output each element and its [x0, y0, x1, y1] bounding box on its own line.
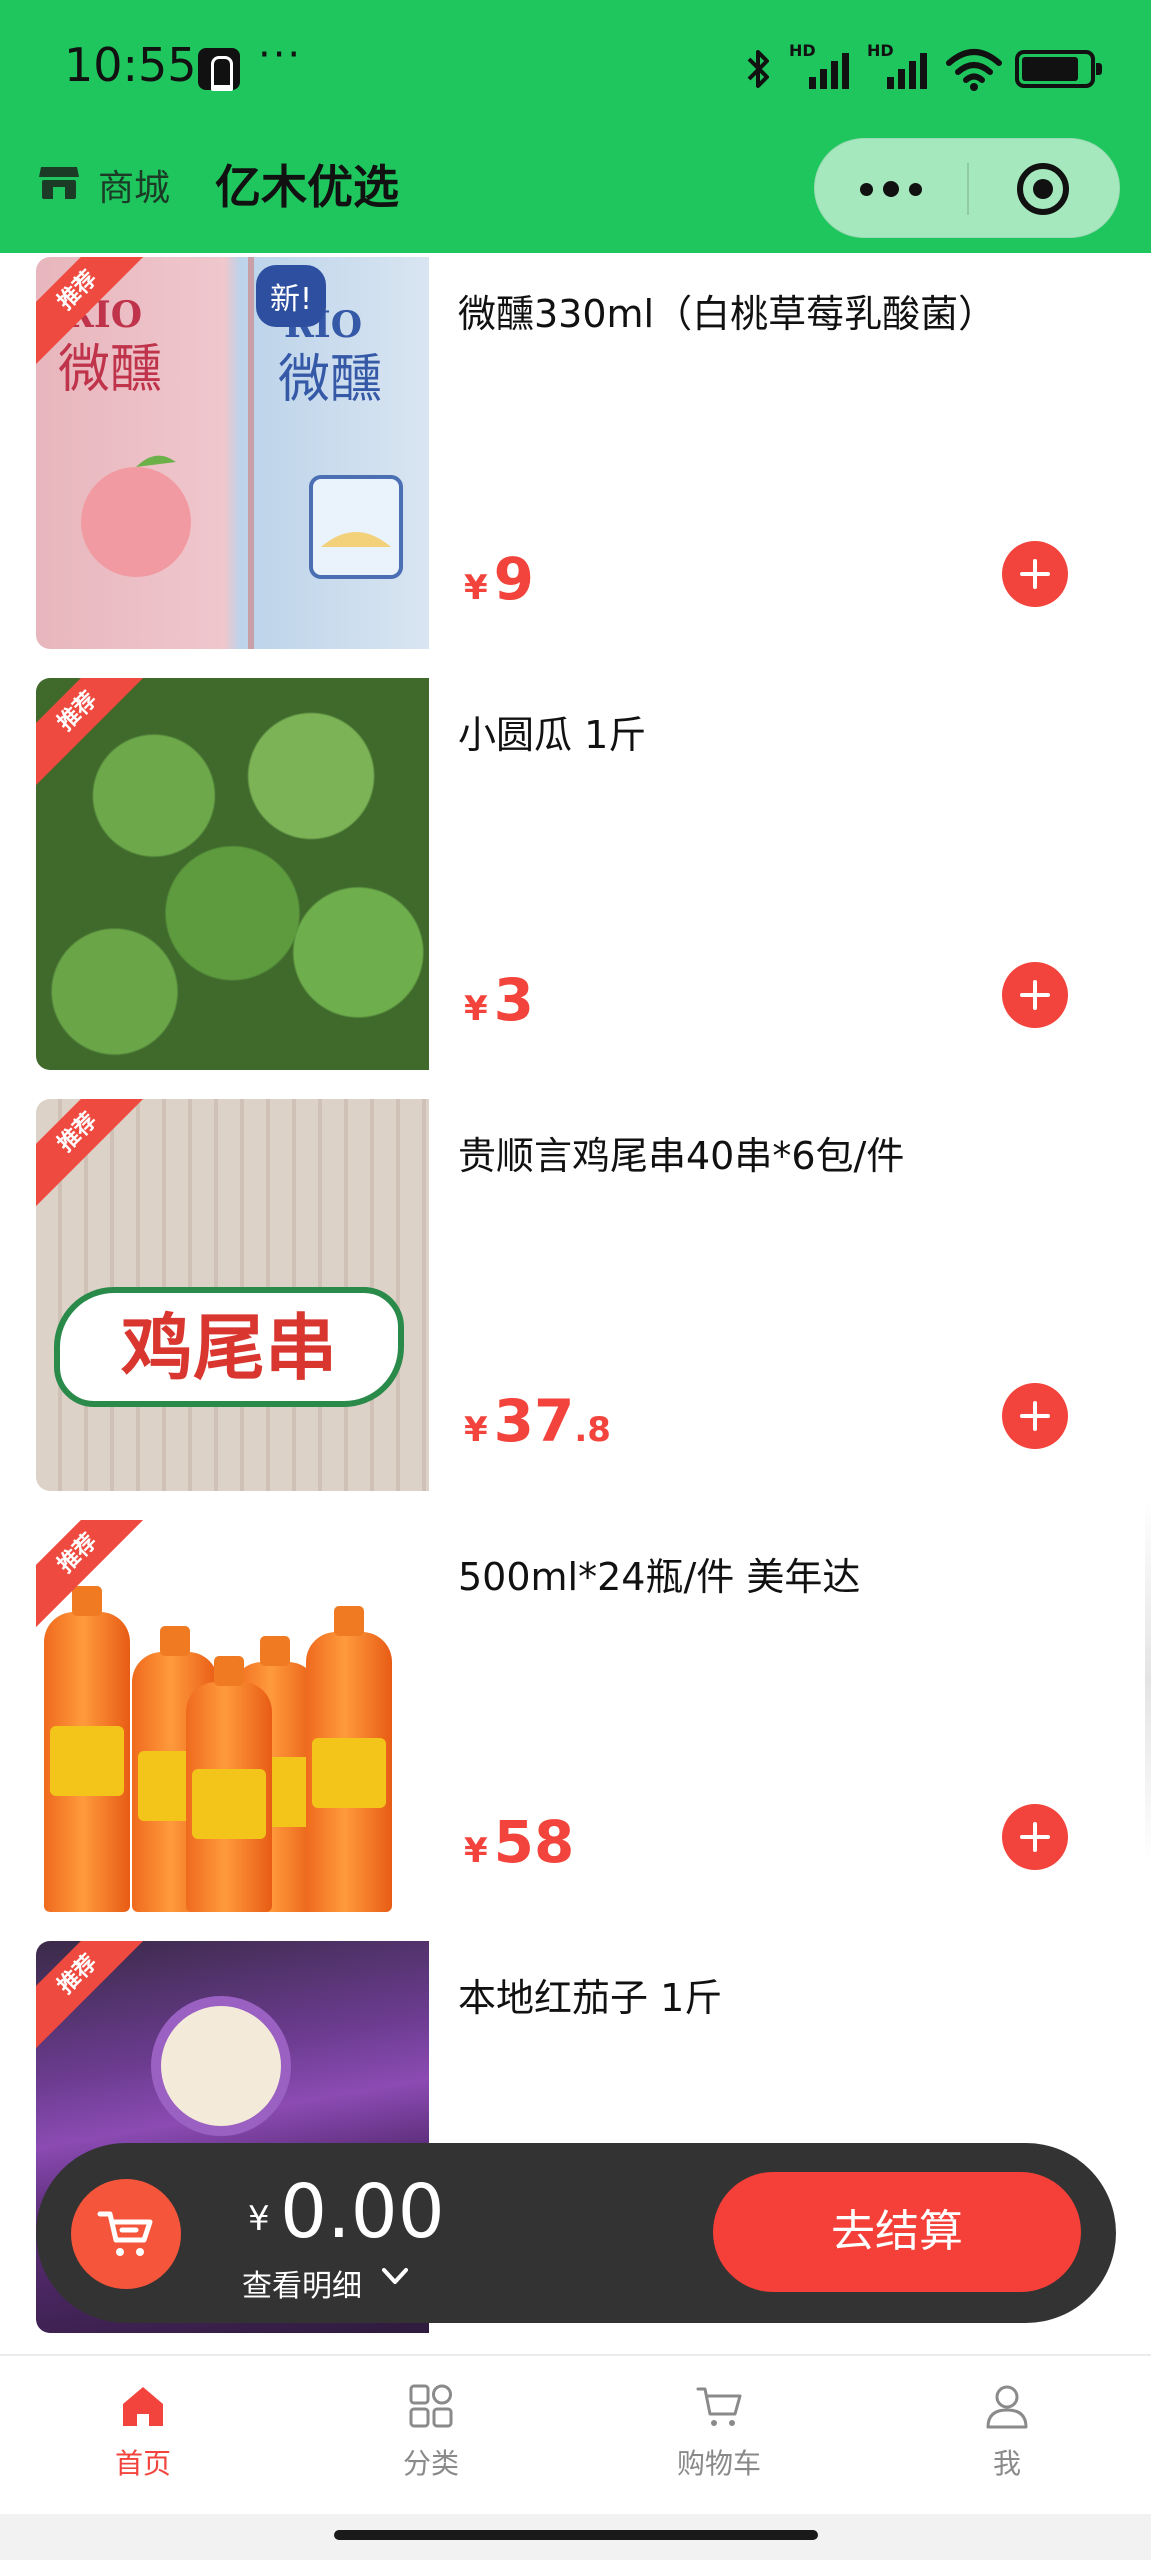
product-item[interactable]: 推荐 小圆瓜 1斤 ¥3 — [0, 674, 1151, 1095]
recommend-badge: 推荐 — [36, 678, 153, 787]
more-options-button[interactable] — [815, 139, 967, 239]
product-name[interactable]: 本地红茄子 1斤 — [458, 1967, 722, 2022]
user-icon — [986, 2385, 1028, 2429]
cart-currency: ¥ — [248, 2199, 270, 2239]
scroll-edge-shadow — [1145, 1500, 1151, 1860]
status-indicators: HD HD — [743, 41, 1102, 94]
soda-bottle — [306, 1606, 392, 1912]
wifi-icon — [946, 49, 1002, 91]
tab-category[interactable]: 分类 — [331, 2382, 531, 2492]
shopping-cart-icon — [696, 2387, 742, 2426]
price-currency: ¥ — [464, 1831, 488, 1871]
bottom-tab-bar: 首页 分类 购物车 我 — [0, 2354, 1151, 2514]
product-name[interactable]: 微醺330ml（白桃草莓乳酸菌） — [458, 283, 996, 338]
add-to-cart-button[interactable] — [1002, 1804, 1068, 1870]
app-screen: { "status_bar": { "time": "10:55", "dots… — [0, 0, 1151, 2560]
checkout-button[interactable]: 去结算 — [713, 2172, 1081, 2292]
home-icon — [123, 2387, 163, 2426]
price-integer: 37 — [493, 1387, 575, 1455]
product-name[interactable]: 小圆瓜 1斤 — [458, 704, 646, 759]
product-image[interactable]: 鸡尾串 推荐 — [36, 1099, 429, 1491]
tab-cart[interactable]: 购物车 — [619, 2382, 819, 2492]
nav-bar: 商城 亿木优选 — [0, 135, 1151, 253]
store-icon[interactable] — [38, 163, 80, 201]
product-image-banner: 鸡尾串 — [54, 1287, 404, 1407]
miniprogram-capsule — [814, 138, 1120, 238]
status-more-dots: ··· — [258, 32, 303, 78]
price-integer: 9 — [493, 545, 535, 613]
product-image[interactable]: 推荐 — [36, 1520, 429, 1912]
status-time: 10:55 — [64, 38, 197, 92]
product-price: ¥58 — [464, 1808, 574, 1876]
add-to-cart-button[interactable] — [1002, 1383, 1068, 1449]
svg-text:新!: 新! — [270, 282, 312, 317]
chevron-down-icon[interactable] — [380, 2261, 410, 2291]
signal-strength-icon: HD — [789, 41, 855, 91]
tab-label: 购物车 — [676, 2447, 761, 2480]
price-integer: 3 — [493, 966, 535, 1034]
tab-label: 我 — [992, 2447, 1021, 2480]
product-list: RIO 微醺 RIO 微醺 新! 推荐 微醺330ml（白桃草莓乳酸菌） ¥9 — [0, 253, 1151, 2358]
price-currency: ¥ — [464, 1410, 488, 1450]
recommend-badge: 推荐 — [36, 1941, 153, 2050]
price-currency: ¥ — [464, 989, 488, 1029]
price-currency: ¥ — [464, 568, 488, 608]
product-image[interactable]: 推荐 — [36, 678, 429, 1070]
battery-icon — [1015, 50, 1102, 88]
tab-profile[interactable]: 我 — [907, 2382, 1107, 2492]
soda-bottle — [186, 1656, 272, 1912]
product-item[interactable]: RIO 微醺 RIO 微醺 新! 推荐 微醺330ml（白桃草莓乳酸菌） ¥9 — [0, 253, 1151, 674]
page-title: 亿木优选 — [215, 160, 399, 214]
price-integer: 58 — [493, 1808, 575, 1876]
signal-strength-icon-2: HD — [867, 41, 933, 91]
notification-app-icon — [198, 48, 240, 91]
add-to-cart-button[interactable] — [1002, 962, 1068, 1028]
tab-label: 分类 — [402, 2447, 459, 2480]
product-item[interactable]: 鸡尾串 推荐 贵顺言鸡尾串40串*6包/件 ¥37.8 — [0, 1095, 1151, 1516]
recommend-badge: 推荐 — [36, 1099, 153, 1208]
product-item[interactable]: 推荐 500ml*24瓶/件 美年达 ¥58 — [0, 1516, 1151, 1937]
product-name[interactable]: 贵顺言鸡尾串40串*6包/件 — [458, 1125, 904, 1180]
close-miniprogram-button[interactable] — [1017, 163, 1069, 215]
product-price: ¥37.8 — [464, 1387, 611, 1455]
product-image[interactable]: RIO 微醺 RIO 微醺 新! 推荐 — [36, 257, 429, 649]
cart-button[interactable] — [71, 2179, 181, 2289]
product-price: ¥9 — [464, 545, 534, 613]
svg-text:微醺: 微醺 — [278, 350, 382, 410]
bluetooth-icon — [747, 50, 769, 88]
add-to-cart-button[interactable] — [1002, 541, 1068, 607]
tab-home[interactable]: 首页 — [43, 2382, 243, 2492]
shopping-cart-icon — [97, 2211, 153, 2256]
price-decimal: .8 — [574, 1410, 611, 1450]
soda-bottle — [44, 1586, 130, 1912]
svg-text:微醺: 微醺 — [58, 340, 162, 400]
rio-can-illustration: RIO 微醺 RIO 微醺 新! — [58, 257, 403, 649]
product-price: ¥3 — [464, 966, 534, 1034]
dot-icon — [860, 182, 873, 196]
view-details-link[interactable]: 查看明细 — [242, 2261, 362, 2305]
product-image-text: 鸡尾串 — [120, 1305, 337, 1390]
product-name[interactable]: 500ml*24瓶/件 美年达 — [458, 1546, 860, 1601]
cart-summary-bar: ¥ 0.00 查看明细 去结算 — [36, 2143, 1116, 2323]
capsule-divider — [967, 163, 969, 215]
category-grid-icon — [409, 2384, 453, 2428]
cart-total: 0.00 — [280, 2169, 445, 2255]
status-bar: 10:55 ··· HD HD — [0, 0, 1151, 135]
dot-icon — [883, 181, 899, 197]
tab-label: 首页 — [114, 2447, 171, 2480]
store-label[interactable]: 商城 — [98, 159, 170, 211]
app-header: 10:55 ··· HD HD 商城 亿木优选 — [0, 0, 1151, 253]
home-indicator[interactable] — [334, 2530, 818, 2540]
dot-icon — [909, 182, 922, 196]
